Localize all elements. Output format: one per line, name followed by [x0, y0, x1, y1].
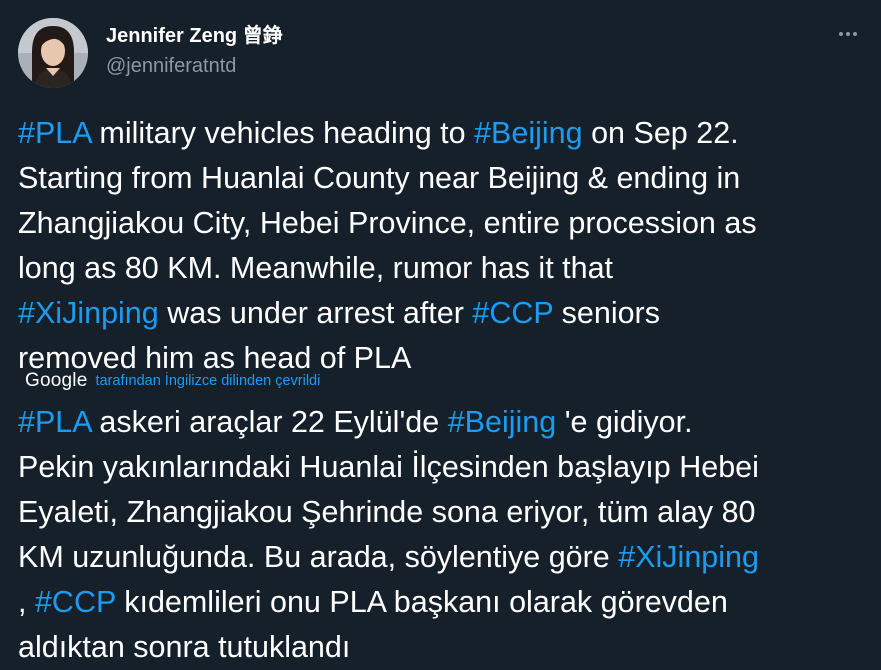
tweet-text-segment: 'e gidiyor. — [556, 405, 693, 439]
tweet-text-segment: askeri araçlar 22 Eylül'de — [90, 405, 448, 439]
hashtag-link[interactable]: #CCP — [35, 585, 116, 619]
hashtag-link[interactable]: #XiJinping — [18, 296, 159, 330]
tweet-text-segment: Starting from Huanlai County near Beijin… — [18, 161, 741, 195]
hashtag-link[interactable]: #Beijing — [448, 405, 557, 439]
original_text-line: Starting from Huanlai County near Beijin… — [18, 156, 868, 201]
tweet-text-segment: Zhangjiakou City, Hebei Province, entire… — [18, 206, 757, 240]
tweet-text-segment: aldıktan sonra tutuklandı — [18, 630, 351, 664]
translation-attribution: Google tarafından İngilizce dilinden çev… — [25, 369, 320, 393]
original_text-line: Zhangjiakou City, Hebei Province, entire… — [18, 201, 868, 246]
original_text-line: #XiJinping was under arrest after #CCP s… — [18, 291, 868, 336]
translated_text-line: #PLA askeri araçlar 22 Eylül'de #Beijing… — [18, 400, 868, 445]
translated_text-line: KM uzunluğunda. Bu arada, söylentiye gör… — [18, 535, 868, 580]
hashtag-link[interactable]: #Beijing — [474, 116, 583, 150]
tweet-text-segment: Eyaleti, Zhangjiakou Şehrinde sona eriyo… — [18, 495, 756, 529]
translated_text-line: , #CCP kıdemlileri onu PLA başkanı olara… — [18, 580, 868, 625]
tweet-text-segment: on Sep 22. — [582, 116, 739, 150]
hashtag-link[interactable]: #XiJinping — [618, 540, 759, 574]
tweet-text-segment: military vehicles heading to — [90, 116, 475, 150]
google-logo: Google — [25, 370, 88, 391]
translated_text-line: aldıktan sonra tutuklandı — [18, 625, 868, 670]
tweet-text-segment: kıdemlileri onu PLA başkanı olarak görev… — [115, 585, 728, 619]
tweet-text-segment: was under arrest after — [158, 296, 473, 330]
hashtag-link[interactable]: #CCP — [472, 296, 553, 330]
author-display-name[interactable]: Jennifer Zeng 曾錚 — [106, 24, 283, 48]
tweet-text-original: #PLA military vehicles heading to #Beiji… — [18, 111, 868, 381]
tweet-header: Jennifer Zeng 曾錚 @jenniferatntd — [18, 18, 863, 88]
author-block: Jennifer Zeng 曾錚 @jenniferatntd — [106, 24, 283, 78]
tweet-text-segment: Pekin yakınlarındaki Huanlai İlçesinden … — [18, 450, 759, 484]
tweet-text-segment: KM uzunluğunda. Bu arada, söylentiye gör… — [18, 540, 619, 574]
translated_text-line: Pekin yakınlarındaki Huanlai İlçesinden … — [18, 445, 868, 490]
tweet-text-segment: seniors — [553, 296, 660, 330]
avatar-image — [18, 18, 88, 88]
tweet-card: Jennifer Zeng 曾錚 @jenniferatntd #PLA mil… — [0, 0, 881, 669]
author-handle[interactable]: @jenniferatntd — [106, 54, 283, 78]
translated_text-line: Eyaleti, Zhangjiakou Şehrinde sona eriyo… — [18, 490, 868, 535]
translation-note-link[interactable]: tarafından İngilizce dilinden çevrildi — [95, 369, 320, 393]
more-options-icon[interactable] — [833, 22, 863, 46]
tweet-text-segment: , — [18, 585, 35, 619]
tweet-text-translated: #PLA askeri araçlar 22 Eylül'de #Beijing… — [18, 400, 868, 670]
original_text-line: #PLA military vehicles heading to #Beiji… — [18, 111, 868, 156]
avatar[interactable] — [18, 18, 88, 88]
original_text-line: long as 80 KM. Meanwhile, rumor has it t… — [18, 246, 868, 291]
tweet-text-segment: long as 80 KM. Meanwhile, rumor has it t… — [18, 251, 614, 285]
hashtag-link[interactable]: #PLA — [18, 116, 91, 150]
hashtag-link[interactable]: #PLA — [18, 405, 91, 439]
